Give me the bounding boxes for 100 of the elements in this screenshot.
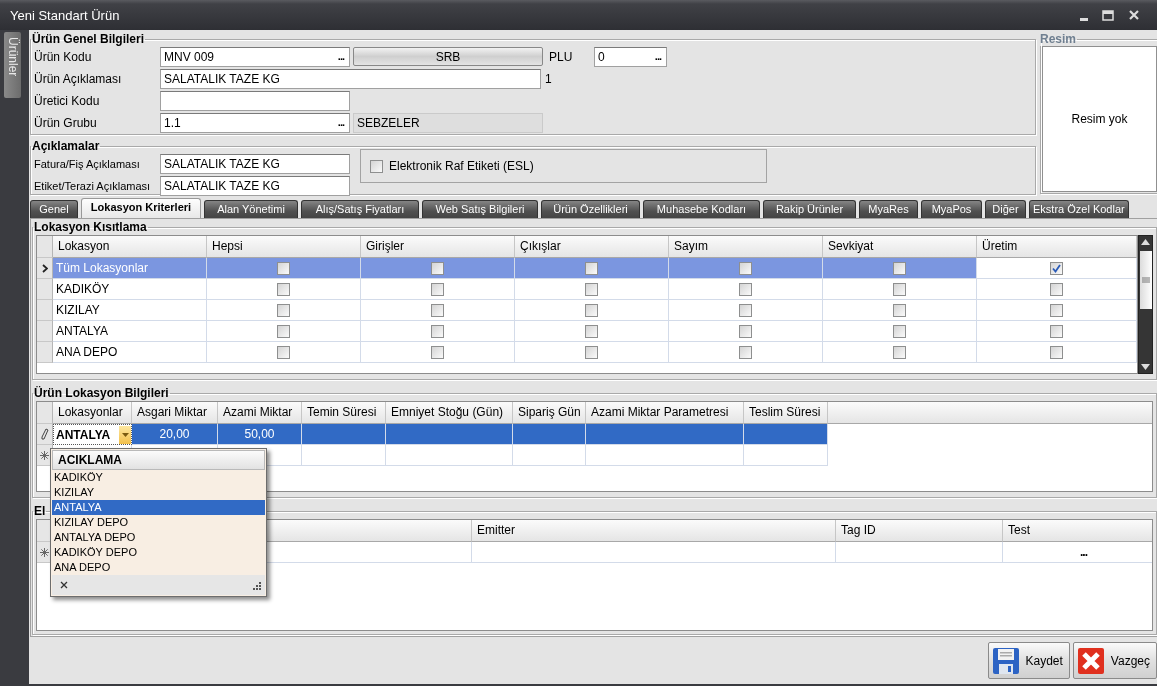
row-header xyxy=(37,321,53,342)
row-header xyxy=(37,279,53,300)
checkbox[interactable] xyxy=(277,282,290,296)
table-row[interactable]: ANTALYA xyxy=(37,321,1137,342)
cancel-button[interactable]: Vazgeç xyxy=(1072,642,1157,679)
dropdown-button[interactable] xyxy=(119,425,131,444)
pencil-icon xyxy=(40,428,49,440)
checkbox[interactable] xyxy=(585,345,598,359)
scrollbar[interactable] xyxy=(1138,235,1153,374)
checkbox[interactable] xyxy=(739,282,752,296)
table-cell: KADIKÖY xyxy=(53,279,207,300)
placeholder-text: Resim yok xyxy=(1071,112,1128,126)
text-field[interactable]: SALATALIK TAZE KG xyxy=(160,68,541,89)
checkbox[interactable] xyxy=(893,345,906,359)
combo-field[interactable]: ANTALYA xyxy=(53,424,132,445)
checkbox[interactable] xyxy=(585,303,598,317)
checkbox[interactable] xyxy=(431,261,444,275)
column-header[interactable]: Tag ID xyxy=(836,520,1003,542)
browse-button[interactable]: ... xyxy=(1080,542,1087,562)
tab[interactable]: MyaRes xyxy=(859,200,918,218)
browse-button[interactable]: ... xyxy=(335,116,346,129)
checkbox[interactable] xyxy=(277,324,290,338)
tab[interactable]: Rakip Ürünler xyxy=(763,200,856,218)
checkbox[interactable] xyxy=(1050,303,1063,317)
checkbox[interactable] xyxy=(277,345,290,359)
browse-button[interactable]: ... xyxy=(335,50,346,63)
checkbox[interactable] xyxy=(739,345,752,359)
text-field[interactable]: MNV 009 ... xyxy=(160,46,350,67)
tab[interactable]: Lokasyon Kriterleri xyxy=(81,198,201,218)
checkbox[interactable] xyxy=(1050,261,1063,275)
tab[interactable]: Ekstra Özel Kodlar xyxy=(1029,200,1129,218)
browse-button[interactable]: ... xyxy=(652,50,663,63)
checkbox[interactable] xyxy=(1050,324,1063,338)
field-label: Fatura/Fiş Açıklaması xyxy=(34,157,141,170)
window-title: Yeni Standart Ürün xyxy=(10,7,121,23)
cross-icon xyxy=(1076,646,1105,675)
checkbox[interactable] xyxy=(431,303,444,317)
checkbox[interactable] xyxy=(1050,282,1063,296)
checkbox[interactable] xyxy=(585,282,598,296)
close-icon[interactable] xyxy=(60,581,68,589)
field-label: Etiket/Terazi Açıklaması xyxy=(34,179,152,192)
resize-grip-icon[interactable] xyxy=(252,580,261,590)
checkbox[interactable] xyxy=(370,159,383,173)
list-item[interactable]: KIZILAY xyxy=(52,485,265,500)
tab[interactable]: Alan Yönetimi xyxy=(204,200,298,218)
tab[interactable]: Ürün Özellikleri xyxy=(541,200,640,218)
save-button[interactable]: Kaydet xyxy=(987,642,1070,679)
tab[interactable]: Muhasebe Kodları xyxy=(643,200,760,218)
checkbox[interactable] xyxy=(431,324,444,338)
checkbox[interactable] xyxy=(277,303,290,317)
checkbox[interactable] xyxy=(431,282,444,296)
row-header xyxy=(37,300,53,321)
table-row[interactable]: KADIKÖY xyxy=(37,279,1137,300)
tab[interactable]: MyaPos xyxy=(921,200,982,218)
grip-icon[interactable] xyxy=(1141,276,1150,283)
checkbox[interactable] xyxy=(893,261,906,275)
checkbox[interactable] xyxy=(277,261,290,275)
checkbox[interactable] xyxy=(893,324,906,338)
text-field[interactable] xyxy=(160,90,350,111)
image-frame[interactable]: Resim yok xyxy=(1042,46,1157,192)
checkbox[interactable] xyxy=(585,324,598,338)
text-field[interactable]: 0 ... xyxy=(594,46,667,67)
checkbox[interactable] xyxy=(739,303,752,317)
caret-icon[interactable] xyxy=(121,432,129,437)
text-field[interactable]: 1.1 ... xyxy=(160,112,350,133)
scroll-down-icon[interactable] xyxy=(1141,364,1150,370)
list-item[interactable]: KIZILAY DEPO xyxy=(52,515,265,530)
column-header[interactable]: Emitter xyxy=(472,520,836,542)
checkbox[interactable] xyxy=(431,345,444,359)
checkbox[interactable] xyxy=(739,324,752,338)
close-icon xyxy=(1128,9,1140,21)
checkbox[interactable] xyxy=(585,261,598,275)
list-item[interactable]: KADIKÖY xyxy=(52,470,265,485)
maximize-icon xyxy=(1102,9,1114,21)
srb-button[interactable]: SRB xyxy=(353,47,543,66)
table-cell: ANA DEPO xyxy=(53,342,207,363)
tab[interactable]: Genel xyxy=(30,200,78,218)
scroll-up-icon[interactable] xyxy=(1141,239,1150,245)
group-title: Ürün Genel Bilgileri xyxy=(31,32,146,46)
list-item[interactable]: ANA DEPO xyxy=(52,560,265,575)
tab[interactable]: Alış/Satış Fiyatları xyxy=(301,200,419,218)
checkbox[interactable] xyxy=(739,261,752,275)
list-item[interactable]: KADIKÖY DEPO xyxy=(52,545,265,560)
text-field[interactable]: SALATALIK TAZE KG xyxy=(160,175,350,196)
tab[interactable]: Web Satış Bilgileri xyxy=(422,200,538,218)
text-field[interactable]: SALATALIK TAZE KG xyxy=(160,153,350,174)
table-row[interactable]: KIZILAY xyxy=(37,300,1137,321)
table-row[interactable]: ANA DEPO xyxy=(37,342,1137,363)
note-text: 1 xyxy=(545,71,552,86)
minimize-icon xyxy=(1080,18,1088,21)
list-item[interactable]: ANTALYA xyxy=(52,500,265,515)
tab[interactable]: Diğer xyxy=(985,200,1026,218)
field-label: Üretici Kodu xyxy=(34,93,101,108)
column-header[interactable]: Test xyxy=(1003,520,1152,542)
group-title: Açıklamalar xyxy=(31,139,101,153)
checkbox[interactable] xyxy=(893,303,906,317)
checkbox[interactable] xyxy=(1050,345,1063,359)
field-label: Ürün Grubu xyxy=(34,115,98,130)
list-item[interactable]: ANTALYA DEPO xyxy=(52,530,265,545)
checkbox[interactable] xyxy=(893,282,906,296)
